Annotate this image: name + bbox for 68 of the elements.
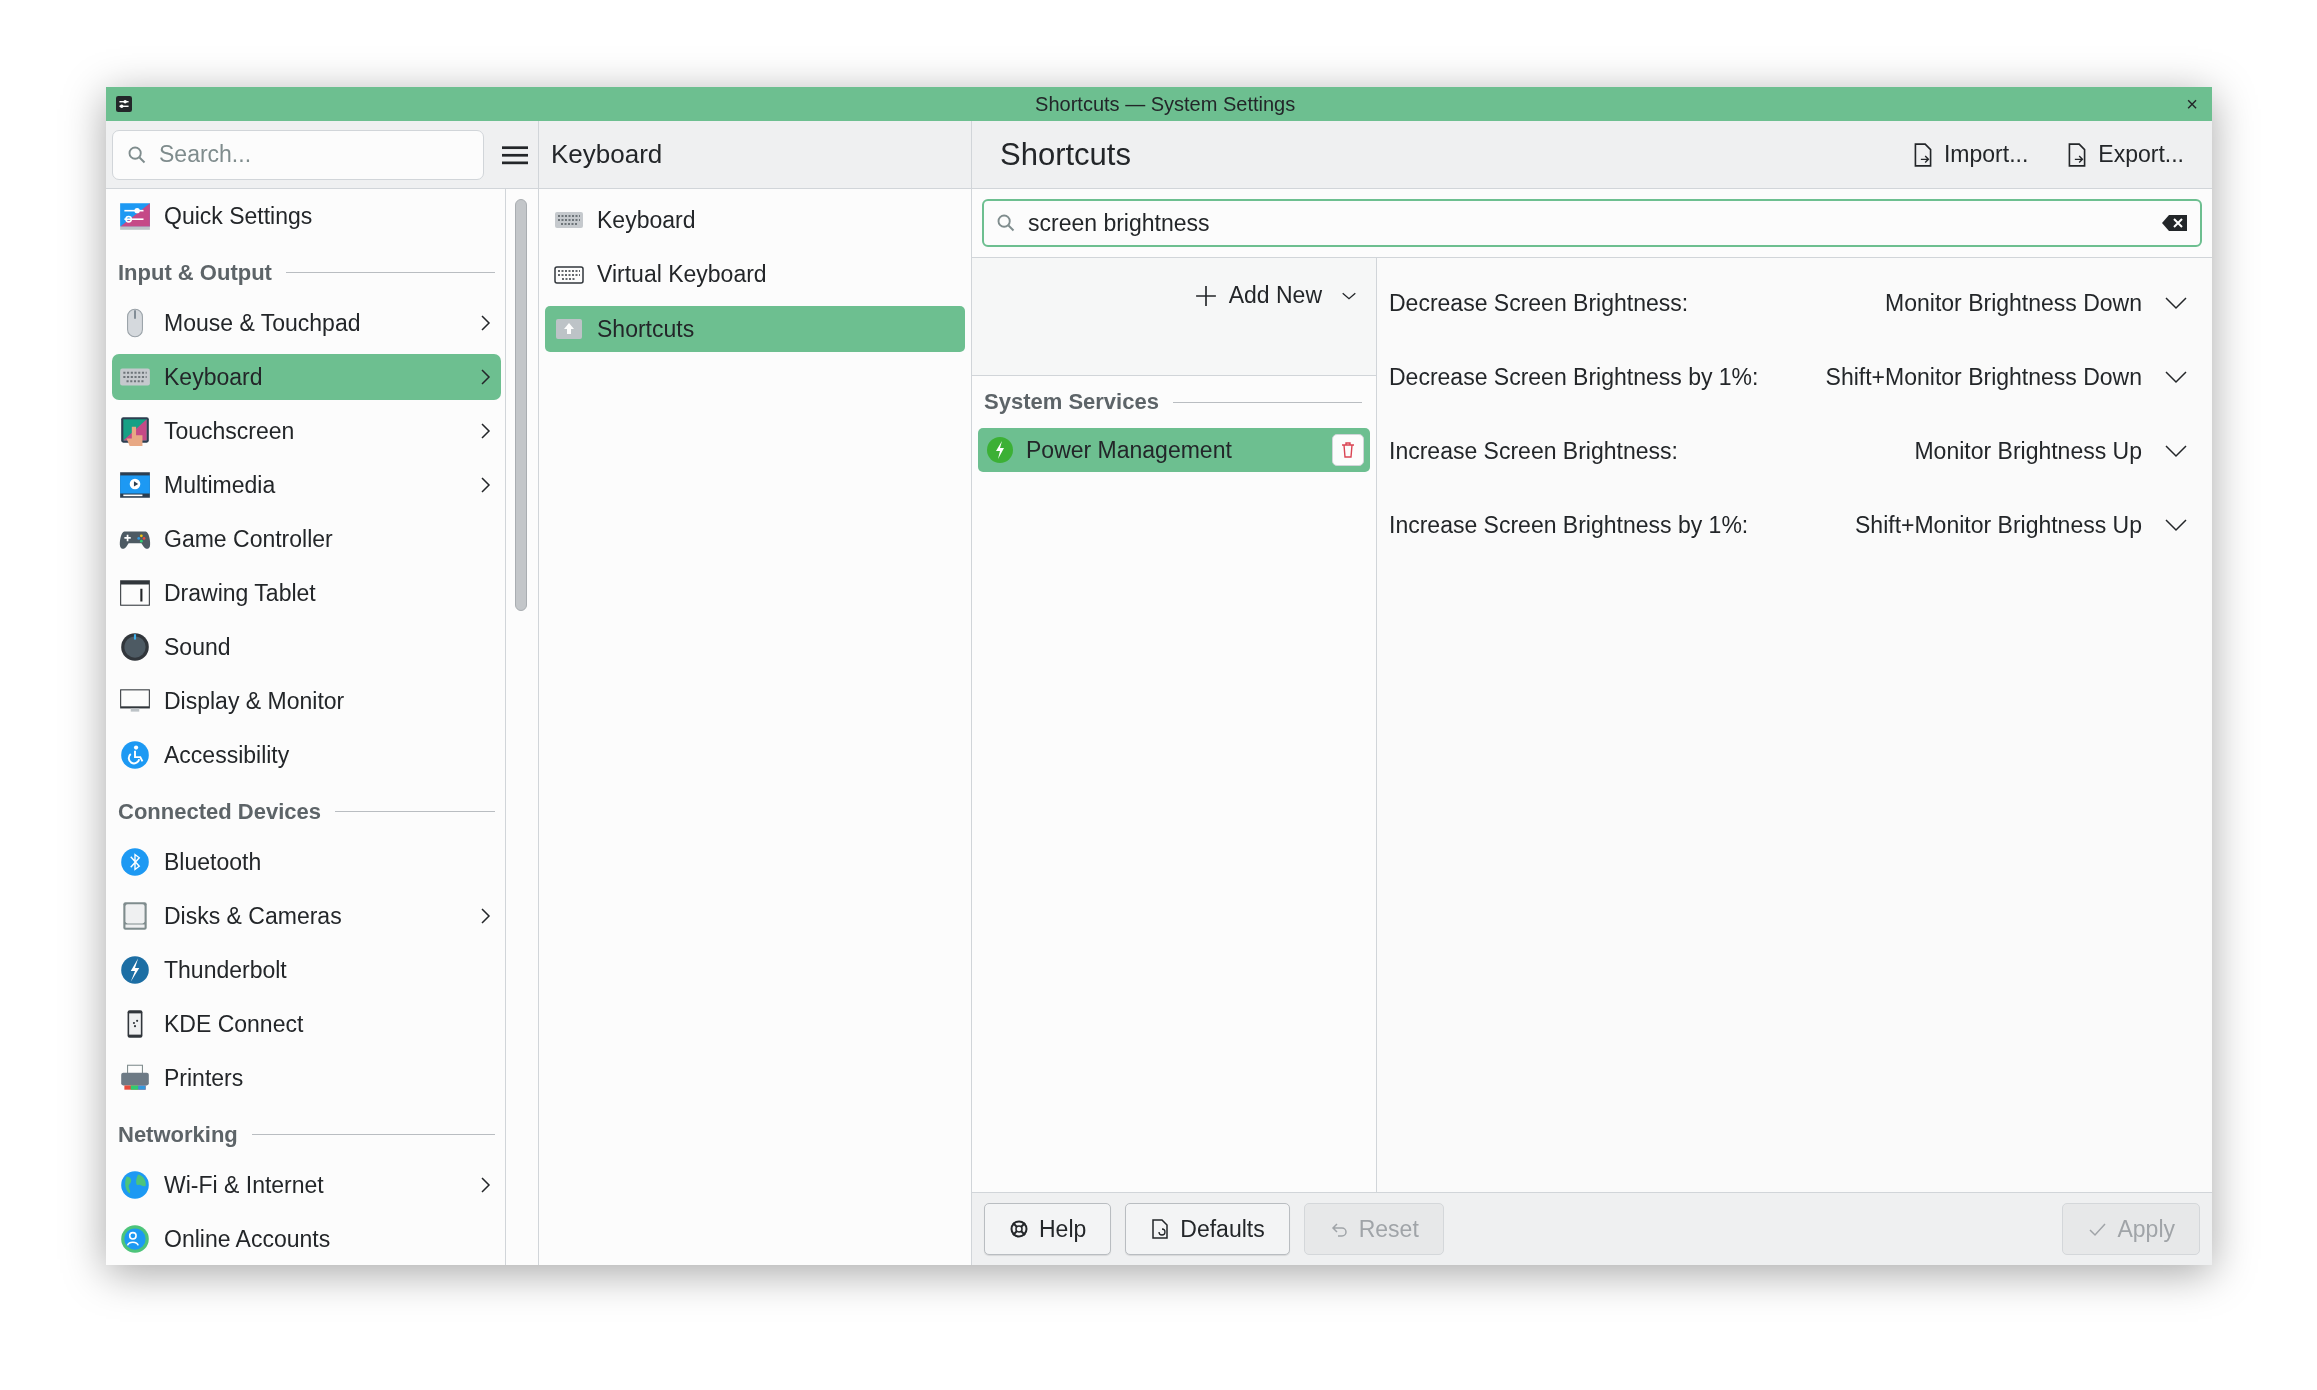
shortcut-dropdown[interactable]: Monitor Brightness Down (1885, 285, 2188, 321)
sidebar-item[interactable]: Display & Monitor (112, 678, 501, 724)
scrollbar[interactable] (515, 199, 527, 611)
search-icon (127, 144, 147, 165)
chevron-down-icon (2164, 444, 2188, 458)
chevron-down-icon (2164, 296, 2188, 310)
plus-icon (1194, 284, 1217, 307)
bluetooth-icon (118, 845, 152, 879)
page-title: Keyboard (551, 139, 663, 170)
close-button[interactable]: × (2182, 92, 2202, 116)
search-icon (996, 213, 1016, 233)
shortcut-dropdown[interactable]: Monitor Brightness Up (1914, 433, 2188, 469)
filter-field[interactable]: screen brightness (982, 199, 2202, 247)
sidebar-item[interactable]: KDE Connect (112, 1001, 501, 1047)
defaults-button[interactable]: Defaults (1125, 1203, 1290, 1255)
sidebar-item[interactable]: Multimedia (112, 462, 501, 508)
action-label: Decrease Screen Brightness by 1%: (1389, 363, 1760, 391)
document-icon (1150, 1219, 1171, 1239)
sidebar-item[interactable]: Mouse & Touchpad (112, 300, 501, 346)
sidebar-item[interactable]: Bluetooth (112, 839, 501, 885)
import-button[interactable]: Import... (1906, 137, 2035, 172)
sliders-icon[interactable] (116, 96, 132, 112)
document-icon (1912, 141, 1934, 168)
action-label: Decrease Screen Brightness: (1389, 289, 1690, 317)
window-title: Shortcuts — System Settings (1035, 92, 1296, 116)
subpage-item[interactable]: Virtual Keyboard (545, 251, 965, 298)
help-button[interactable]: Help (984, 1203, 1112, 1255)
action-label: Increase Screen Brightness: (1389, 437, 1679, 465)
group-header: System Services (984, 389, 1159, 415)
shortcut-dropdown[interactable]: Shift+Monitor Brightness Up (1855, 507, 2188, 543)
sidebar-item[interactable]: Thunderbolt (112, 947, 501, 993)
menu-icon[interactable] (502, 143, 528, 166)
component-item[interactable]: Power Management (978, 428, 1370, 472)
person-icon (118, 738, 152, 772)
search-field[interactable]: Search... (112, 129, 484, 180)
globe-icon (118, 1168, 152, 1202)
lifebuoy-icon (1009, 1219, 1029, 1239)
action-label: Increase Screen Brightness by 1%: (1389, 511, 1750, 539)
hand-icon (118, 414, 152, 448)
knob-icon (118, 630, 152, 664)
filter-input[interactable]: screen brightness (1026, 208, 2152, 238)
bolt-icon (986, 436, 1014, 464)
sidebar-item[interactable]: Printers (112, 1055, 501, 1101)
subpage-item[interactable]: Keyboard (545, 197, 965, 243)
sidebar-item[interactable]: Quick Settings (112, 193, 501, 239)
export-button[interactable]: Export... (2060, 137, 2190, 172)
sidebar-item[interactable]: Sound (112, 624, 501, 670)
bolt-icon (118, 953, 152, 987)
section-header: Networking (118, 1121, 238, 1148)
sidebar-item[interactable]: Disks & Cameras (112, 893, 501, 939)
sidebar-item[interactable]: Wi-Fi & Internet (112, 1162, 501, 1208)
add-new-button[interactable]: Add New (1190, 278, 1362, 313)
chevron-down-icon (2164, 518, 2188, 532)
sidebar-item[interactable]: Touchscreen (112, 408, 501, 454)
page-title: Shortcuts (1000, 136, 1132, 173)
subpage-item[interactable]: Shortcuts (545, 306, 965, 353)
sidebar-item[interactable]: Online Accounts (112, 1216, 501, 1262)
sidebar-item[interactable]: Accessibility (112, 732, 501, 778)
section-header: Connected Devices (118, 798, 321, 825)
shortcut-dropdown[interactable]: Shift+Monitor Brightness Down (1825, 359, 2188, 395)
delete-button[interactable] (1332, 434, 1364, 466)
trash-icon (1340, 441, 1356, 459)
section-header: Input & Output (118, 259, 272, 286)
sidebar-item[interactable]: Keyboard (112, 354, 501, 400)
sidebar-item[interactable]: Drawing Tablet (112, 570, 501, 616)
clear-icon[interactable] (2162, 214, 2188, 232)
sidebar-item[interactable]: Game Controller (112, 516, 501, 562)
chevron-down-icon (2164, 370, 2188, 384)
